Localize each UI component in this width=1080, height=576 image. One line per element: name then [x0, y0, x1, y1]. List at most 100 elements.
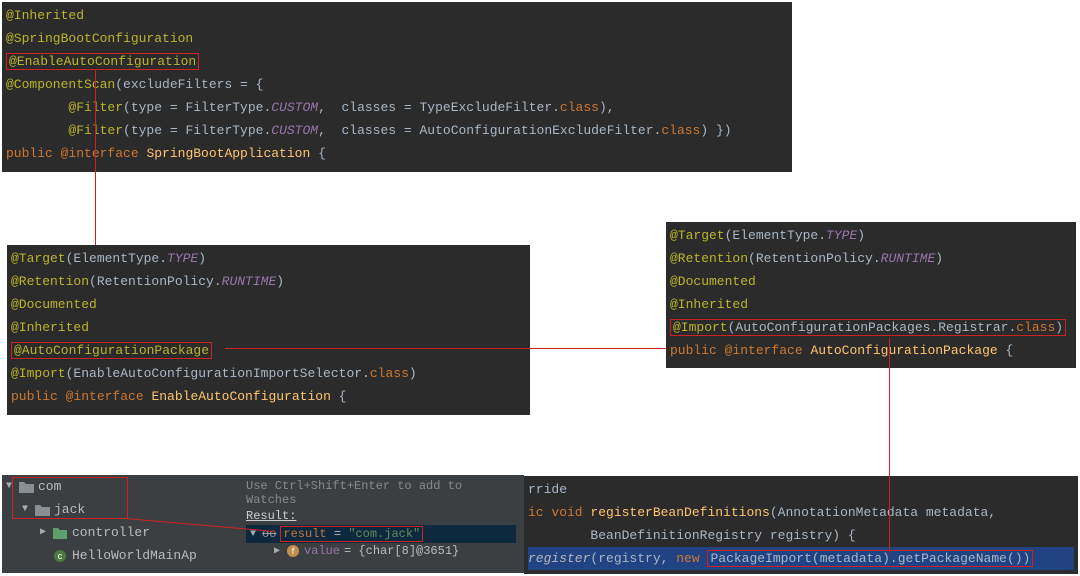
text: ) }): [700, 123, 731, 138]
tree-label: HelloWorldMainAp: [72, 545, 197, 566]
code-registerbeandefinitions[interactable]: rride ic void registerBeanDefinitions(An…: [524, 476, 1078, 574]
ann-autoconfigurationpackage[interactable]: @AutoConfigurationPackage: [11, 342, 212, 359]
spacer-icon: [38, 545, 48, 566]
code-enableautoconfiguration[interactable]: @Target(ElementType.TYPE) @Retention(Ret…: [7, 245, 530, 415]
text: = {char[8]@3651}: [344, 544, 459, 558]
kw-public: public: [670, 343, 725, 358]
ann-inherited: @Inherited: [670, 297, 748, 312]
text: (AnnotationMetadata metadata,: [770, 505, 996, 520]
text: ): [935, 251, 943, 266]
text: (type = FilterType.: [123, 100, 271, 115]
ann-componentscan: @ComponentScan: [6, 77, 115, 92]
kw-class: class: [370, 366, 409, 381]
kw-void: void: [551, 505, 590, 520]
text: ),: [599, 100, 615, 115]
result-label: Result:: [246, 509, 516, 523]
connector-line: [95, 70, 96, 245]
expand-icon[interactable]: ▼: [20, 499, 30, 520]
tree-node-helloworld[interactable]: c HelloWorldMainAp: [2, 544, 238, 567]
text: (AutoConfigurationPackages.Registrar.: [728, 320, 1017, 335]
text: =: [327, 527, 349, 541]
expand-icon[interactable]: ▶: [38, 522, 48, 543]
kw-new: new: [676, 551, 707, 566]
watches-panel[interactable]: Use Ctrl+Shift+Enter to add to Watches R…: [238, 475, 524, 573]
folder-icon: [18, 480, 34, 494]
svg-text:c: c: [58, 551, 63, 561]
tree-label: com: [38, 476, 61, 497]
kw-interface: @interface: [66, 389, 152, 404]
text: (type = FilterType.: [123, 123, 271, 138]
var-result: result: [283, 527, 326, 541]
ann-inherited: @Inherited: [6, 8, 84, 23]
enum-custom: CUSTOM: [271, 123, 318, 138]
ann-documented: @Documented: [11, 297, 97, 312]
text: , classes = AutoConfigurationExcludeFilt…: [318, 123, 661, 138]
var-value: value: [304, 544, 340, 558]
type-name: EnableAutoConfiguration: [151, 389, 330, 404]
text: ): [857, 228, 865, 243]
text: (registry,: [590, 551, 676, 566]
ann-target: @Target: [11, 251, 66, 266]
watches-hint: Use Ctrl+Shift+Enter to add to Watches: [246, 479, 516, 507]
enum-type: TYPE: [167, 251, 198, 266]
text: {: [310, 146, 326, 161]
text: rride: [528, 482, 567, 497]
expand-icon[interactable]: ▼: [4, 476, 14, 497]
package-icon: [52, 526, 68, 540]
text: (EnableAutoConfigurationImportSelector.: [66, 366, 370, 381]
ctor-packageimport: PackageImport: [710, 551, 811, 566]
code-autoconfigurationpackage[interactable]: @Target(ElementType.TYPE) @Retention(Ret…: [666, 222, 1076, 368]
enum-runtime: RUNTIME: [222, 274, 277, 289]
kw-class: class: [661, 123, 700, 138]
kw-public: public: [11, 389, 66, 404]
execution-line[interactable]: register(registry, new PackageImport(met…: [528, 547, 1074, 570]
text: (ElementType.: [725, 228, 826, 243]
tree-label: jack: [54, 499, 85, 520]
text: , classes = TypeExcludeFilter.: [318, 100, 560, 115]
enum-runtime: RUNTIME: [881, 251, 936, 266]
enum-custom: CUSTOM: [271, 100, 318, 115]
kw-class: class: [1016, 320, 1055, 335]
tree-label: controller: [72, 522, 150, 543]
kw-public: public: [6, 146, 61, 161]
ann-import[interactable]: @Import: [673, 320, 728, 335]
value-row[interactable]: ▶ f value = {char[8]@3651}: [246, 543, 516, 559]
text: (excludeFilters = {: [115, 77, 263, 92]
field-icon: f: [286, 544, 300, 558]
text: (metadata).: [812, 551, 898, 566]
tree-node-com[interactable]: ▼ com: [2, 475, 238, 498]
connector-line: [889, 338, 890, 553]
ann-enableautoconfiguration[interactable]: @EnableAutoConfiguration: [6, 53, 199, 70]
text: (RetentionPolicy.: [89, 274, 222, 289]
ann-inherited: @Inherited: [11, 320, 89, 335]
text: BeanDefinitionRegistry registry) {: [590, 528, 855, 543]
result-row[interactable]: ▼ oo result = "com.jack": [246, 525, 516, 543]
type-name: AutoConfigurationPackage: [810, 343, 997, 358]
call-register: register: [528, 551, 590, 566]
tree-node-jack[interactable]: ▼ jack: [2, 498, 238, 521]
text: ): [276, 274, 284, 289]
text: (ElementType.: [66, 251, 167, 266]
expand-icon[interactable]: ▶: [272, 545, 282, 557]
text: {: [331, 389, 347, 404]
enum-type: TYPE: [826, 228, 857, 243]
connector-line: [225, 348, 667, 349]
code-springbootapplication[interactable]: @Inherited @SpringBootConfiguration @Ena…: [2, 2, 792, 172]
text: ()): [1007, 551, 1030, 566]
text: ): [1055, 320, 1063, 335]
kw-interface: @interface: [725, 343, 811, 358]
ann-documented: @Documented: [670, 274, 756, 289]
text: ): [409, 366, 417, 381]
ann-import: @Import: [11, 366, 66, 381]
text: ): [198, 251, 206, 266]
kw-interface: @interface: [61, 146, 147, 161]
val-comjack: "com.jack": [348, 527, 420, 541]
kw-class: class: [560, 100, 599, 115]
ann-target: @Target: [670, 228, 725, 243]
text: ic: [528, 505, 551, 520]
method-name: registerBeanDefinitions: [590, 505, 769, 520]
class-icon: c: [52, 549, 68, 563]
text: (RetentionPolicy.: [748, 251, 881, 266]
text: {: [998, 343, 1014, 358]
ann-springbootconfiguration: @SpringBootConfiguration: [6, 31, 193, 46]
